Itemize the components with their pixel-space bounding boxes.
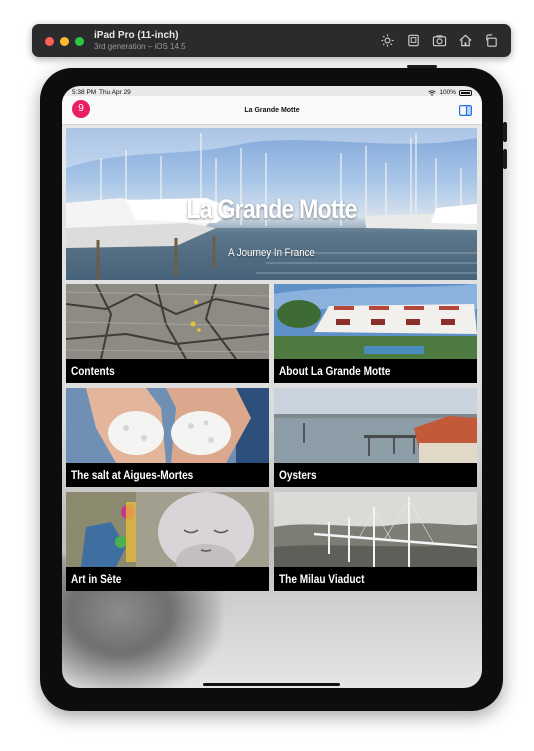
hero-title: La Grande Motte: [186, 194, 357, 224]
tile-contents[interactable]: Contents: [66, 284, 269, 383]
tile-salt[interactable]: The salt at Aigues-Mortes: [66, 388, 269, 487]
screenshot-icon[interactable]: [406, 33, 421, 48]
status-time: 5:38 PM: [72, 89, 97, 96]
close-window-button[interactable]: [45, 37, 54, 46]
tile-viaduct[interactable]: The Milau Viaduct: [274, 492, 477, 591]
simulator-device-name: iPad Pro (11-inch): [94, 30, 179, 41]
simulator-device-info: 3rd generation – iOS 14.5: [94, 42, 186, 51]
ipad-screen: 5:38 PM Thu Apr 29 100% 9 La Grande Mott…: [62, 86, 482, 688]
tile-label: Art in Sète: [66, 567, 269, 591]
wood-photo: [66, 284, 269, 359]
tile-art[interactable]: Art in Sète: [66, 492, 269, 591]
navigation-bar: 9 La Grande Motte: [62, 96, 482, 125]
hero-subtitle: A Journey In France: [228, 247, 315, 259]
camera-icon[interactable]: [432, 33, 447, 48]
viaduct-photo: [274, 492, 477, 567]
volume-down-button: [503, 149, 507, 169]
salt-hands-photo: [66, 388, 269, 463]
volume-up-button: [503, 122, 507, 142]
tile-oysters[interactable]: Oysters: [274, 388, 477, 487]
minimize-window-button[interactable]: [60, 37, 69, 46]
home-indicator[interactable]: [203, 683, 340, 686]
hero-banner[interactable]: La Grande Motte A Journey In France: [66, 128, 477, 280]
home-icon[interactable]: [458, 33, 473, 48]
simulator-title-bar: iPad Pro (11-inch) 3rd generation – iOS …: [32, 24, 511, 57]
top-button: [407, 65, 437, 68]
tile-label: Contents: [66, 359, 269, 383]
tile-about[interactable]: About La Grande Motte: [274, 284, 477, 383]
lagoon-photo: [274, 388, 477, 463]
sidebar-toggle-icon[interactable]: [459, 105, 472, 116]
status-date: Thu Apr 29: [99, 89, 131, 96]
nav-title: La Grande Motte: [244, 107, 300, 114]
battery-icon: [459, 89, 472, 96]
zoom-window-button[interactable]: [75, 37, 84, 46]
wifi-icon: [428, 89, 437, 96]
tile-label: About La Grande Motte: [274, 359, 477, 383]
street-art-photo: [66, 492, 269, 567]
tile-label: The Milau Viaduct: [274, 567, 477, 591]
buildings-photo: [274, 284, 477, 359]
battery-percent: 100%: [439, 89, 456, 96]
brightness-icon[interactable]: [380, 33, 395, 48]
rotate-icon[interactable]: [484, 33, 499, 48]
tile-label: Oysters: [274, 463, 477, 487]
tile-label: The salt at Aigues-Mortes: [66, 463, 269, 487]
